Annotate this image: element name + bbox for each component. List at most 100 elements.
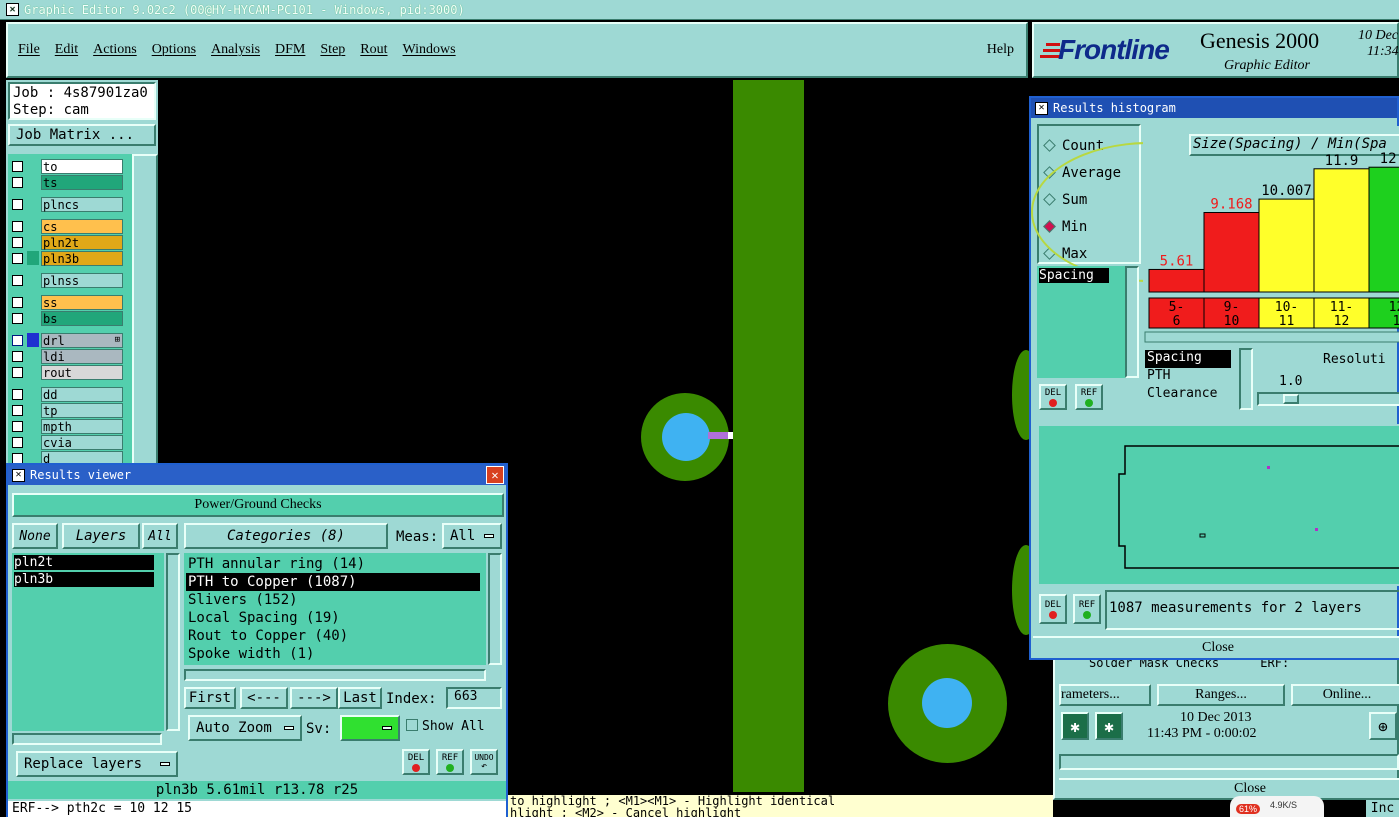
layer-row[interactable]: pln3b — [8, 250, 132, 266]
layer-name[interactable]: bs — [41, 310, 123, 326]
layer-affected-indicator[interactable] — [27, 365, 39, 379]
layer-list-scrollbar[interactable] — [132, 154, 158, 470]
job-matrix-button[interactable]: Job Matrix ... — [8, 124, 156, 146]
index-input[interactable]: 663 — [446, 687, 502, 709]
close-icon[interactable]: ✕ — [486, 466, 504, 484]
ref-button[interactable]: REF — [436, 749, 464, 775]
layer-affected-indicator[interactable] — [27, 403, 39, 417]
layer-checkbox[interactable] — [12, 274, 23, 286]
layer-affected-indicator[interactable] — [27, 333, 39, 347]
layer-checkbox[interactable] — [12, 176, 23, 188]
attribute-item[interactable]: PTH — [1143, 368, 1247, 386]
histogram-bar[interactable] — [1313, 168, 1370, 293]
layer-row[interactable]: rout — [8, 364, 132, 380]
result-layer-item[interactable]: pln3b — [14, 572, 154, 587]
category-item[interactable]: Local Spacing (19) — [184, 609, 486, 627]
layer-affected-indicator[interactable] — [27, 175, 39, 189]
result-layer-item[interactable]: pln2t — [14, 555, 154, 570]
layer-checkbox[interactable] — [12, 312, 23, 324]
ranges-button[interactable]: Ranges... — [1157, 684, 1285, 706]
meas-dropdown[interactable]: All — [442, 523, 502, 549]
layer-checkbox[interactable] — [12, 366, 23, 378]
layer-name[interactable]: rout — [41, 364, 123, 380]
layer-row[interactable]: bs — [8, 310, 132, 326]
categories-button[interactable]: Categories (8) — [184, 523, 388, 549]
histogram-title-bar[interactable]: ✕ Results histogram — [1031, 98, 1397, 118]
histogram-hscrollbar[interactable] — [1144, 331, 1399, 343]
ref-button[interactable]: REF — [1075, 384, 1103, 410]
layer-name[interactable]: ldi — [41, 348, 123, 364]
layer-checkbox[interactable] — [12, 160, 23, 172]
menu-file[interactable]: File — [18, 42, 40, 58]
layer-name[interactable]: plnss — [41, 272, 123, 288]
layer-checkbox[interactable] — [12, 236, 23, 248]
layer-row[interactable]: plncs — [8, 196, 132, 212]
layer-name[interactable]: mpth — [41, 418, 123, 434]
category-item[interactable]: Spoke width (1) — [184, 645, 486, 663]
layer-name[interactable]: pln3b — [41, 250, 123, 266]
layer-checkbox[interactable] — [12, 296, 23, 308]
next-button[interactable]: ---> — [290, 687, 338, 709]
category-item[interactable]: Slivers (152) — [184, 591, 486, 609]
del-button[interactable]: DEL — [402, 749, 430, 775]
all-button[interactable]: All — [142, 523, 178, 549]
layer-affected-indicator[interactable] — [27, 219, 39, 233]
attribute-item[interactable]: Clearance — [1143, 386, 1247, 404]
results-viewer-title-bar[interactable]: ✕ Results viewer ✕ — [8, 465, 506, 485]
prev-button[interactable]: <--- — [240, 687, 288, 709]
run-all-icon[interactable]: ✱ — [1095, 712, 1123, 740]
menu-analysis[interactable]: Analysis — [211, 42, 260, 58]
result-layer-scrollbar[interactable] — [166, 553, 180, 731]
inc-button[interactable]: Inc — [1366, 800, 1399, 817]
layer-name[interactable]: drl ⊞ — [41, 332, 123, 348]
preview-del-button[interactable]: DEL — [1039, 594, 1067, 624]
layer-checkbox[interactable] — [12, 252, 23, 264]
layer-name[interactable]: tp — [41, 402, 123, 418]
layer-name[interactable]: ts — [41, 174, 123, 190]
histogram-close-button[interactable]: Close — [1033, 636, 1399, 658]
category-scrollbar[interactable] — [488, 553, 502, 665]
menu-step[interactable]: Step — [320, 42, 345, 58]
layer-affected-indicator[interactable] — [27, 235, 39, 249]
histogram-bar[interactable] — [1258, 198, 1315, 293]
layer-row[interactable]: dd — [8, 386, 132, 402]
layer-checkbox[interactable] — [12, 436, 23, 448]
window-title-bar[interactable]: ✕ Graphic Editor 9.02c2 (00@HY-HYCAM-PC1… — [0, 0, 1399, 20]
resolution-slider[interactable] — [1257, 392, 1399, 406]
menu-dfm[interactable]: DFM — [275, 42, 305, 58]
layer-affected-indicator[interactable] — [27, 387, 39, 401]
layer-affected-indicator[interactable] — [27, 159, 39, 173]
layer-affected-indicator[interactable] — [27, 311, 39, 325]
layer-checkbox[interactable] — [12, 388, 23, 400]
menu-edit[interactable]: Edit — [55, 42, 78, 58]
preview-ref-button[interactable]: REF — [1073, 594, 1101, 624]
layer-name[interactable]: plncs — [41, 196, 123, 212]
none-button[interactable]: None — [12, 523, 58, 549]
parameters-button[interactable]: rameters... — [1059, 684, 1151, 706]
layer-row[interactable]: mpth — [8, 418, 132, 434]
undo-button[interactable]: UNDO ↶ — [470, 749, 498, 775]
layer-checkbox[interactable] — [12, 452, 23, 464]
histogram-bar[interactable] — [1203, 212, 1260, 293]
layer-name[interactable]: to — [41, 158, 123, 174]
layer-checkbox[interactable] — [12, 220, 23, 232]
histogram-bar[interactable] — [1368, 166, 1399, 293]
spacing-item[interactable]: Spacing — [1039, 268, 1109, 283]
back-close-button[interactable]: Close — [1059, 778, 1399, 798]
last-button[interactable]: Last — [338, 687, 382, 709]
menu-help[interactable]: Help — [987, 42, 1014, 58]
layer-checkbox[interactable] — [12, 404, 23, 416]
category-hscrollbar[interactable] — [184, 669, 486, 681]
layer-row[interactable]: ss — [8, 294, 132, 310]
layer-affected-indicator[interactable] — [27, 273, 39, 287]
layer-name[interactable]: ss — [41, 294, 123, 310]
layer-name[interactable]: pln2t — [41, 234, 123, 250]
layer-affected-indicator[interactable] — [27, 295, 39, 309]
spacing-list[interactable]: Spacing — [1037, 266, 1125, 378]
first-button[interactable]: First — [184, 687, 236, 709]
spacing-list-scrollbar[interactable] — [1125, 266, 1139, 378]
attribute-list-scrollbar[interactable] — [1239, 348, 1253, 410]
severity-dropdown[interactable] — [340, 715, 400, 741]
attribute-item[interactable]: Spacing — [1145, 350, 1231, 368]
menu-options[interactable]: Options — [152, 42, 196, 58]
